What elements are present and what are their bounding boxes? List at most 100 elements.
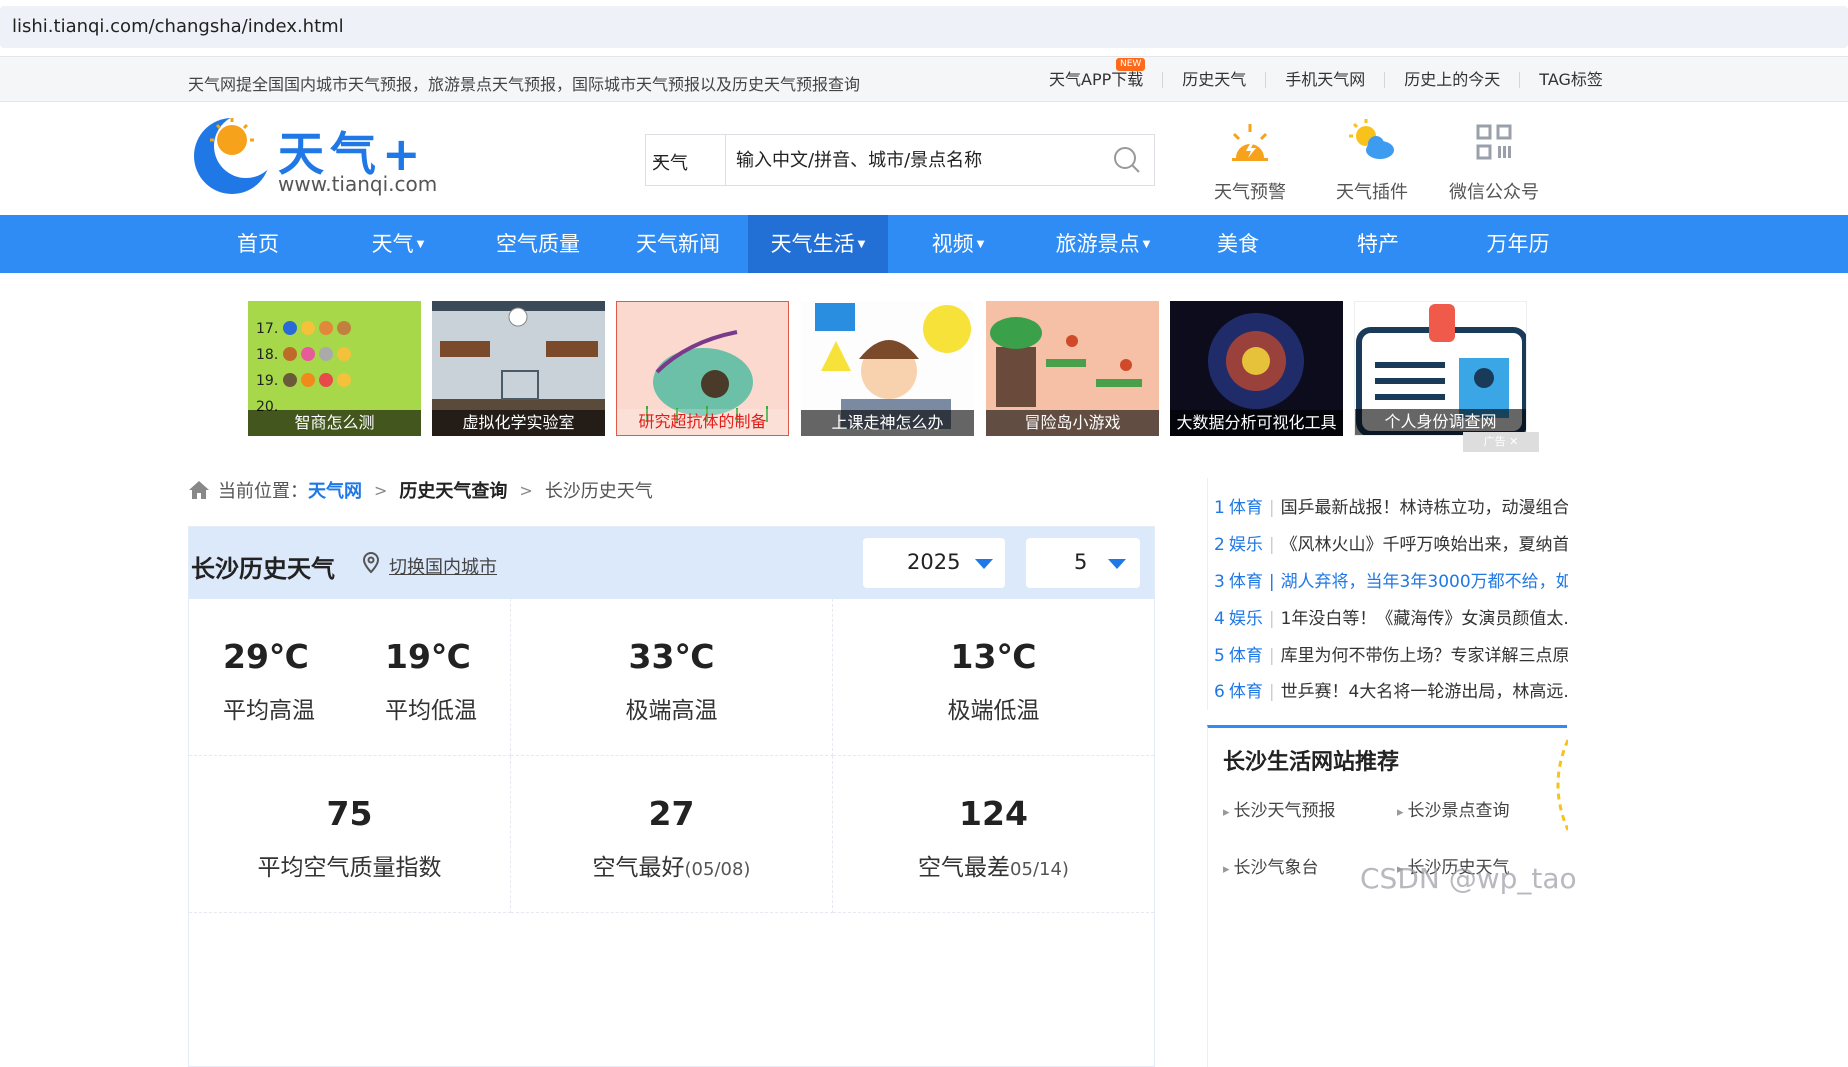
nav-item-home[interactable]: 首页	[188, 215, 328, 273]
search-box: 天气 ⌄	[645, 134, 1155, 186]
nav-item-specialty[interactable]: 特产	[1318, 215, 1438, 273]
stat-cell-worst-air: 124 空气最差05/14)	[833, 756, 1154, 913]
sun-cloud-icon	[1349, 119, 1394, 159]
banner-card[interactable]: 上课走神怎么办	[801, 301, 974, 436]
switch-city-link[interactable]: 切换国内城市	[389, 553, 497, 579]
stat-label: 极端高温	[625, 698, 718, 724]
warning-sun-icon	[1232, 124, 1268, 161]
top-link-app[interactable]: 天气APP下载 NEW	[1030, 58, 1164, 88]
breadcrumb-prefix: 当前位置：	[218, 481, 308, 502]
banner-card[interactable]: 大数据分析可视化工具	[1170, 301, 1343, 436]
top-link-today-in-history[interactable]: 历史上的今天	[1385, 72, 1521, 88]
home-icon	[189, 481, 209, 499]
stat-value: 19℃	[385, 637, 471, 676]
nav-item-air-quality[interactable]: 空气质量	[468, 215, 608, 273]
life-sites-recommend: 长沙生活网站推荐 长沙天气预报 长沙景点查询 长沙气象台 长沙历史天气	[1207, 725, 1567, 1067]
triangle-down-icon	[975, 559, 993, 569]
news-item[interactable]: 4 娱乐 | 1年没白等！《藏海传》女演员颜值太...	[1214, 604, 1568, 628]
weather-warning-link[interactable]: 天气预警	[1190, 118, 1310, 203]
news-item[interactable]: 1 体育 | 国乒最新战报！林诗栋立功，动漫组合...	[1214, 493, 1568, 517]
breadcrumb-current: 长沙历史天气	[544, 481, 653, 502]
breadcrumb-history-link[interactable]: 历史天气查询	[399, 477, 507, 503]
stat-value: 29℃	[223, 637, 309, 676]
nav-item-travel[interactable]: 旅游景点 ▼	[1028, 215, 1178, 273]
nav-item-calendar[interactable]: 万年历	[1458, 215, 1578, 273]
stat-label: 空气最差05/14)	[918, 855, 1069, 881]
qr-code-icon	[1476, 124, 1512, 160]
decorative-sun-icon	[1556, 739, 1568, 831]
year-select[interactable]: 2025	[863, 538, 1005, 588]
stat-value: 75	[326, 794, 373, 833]
banner-card[interactable]: 虚拟化学实验室	[432, 301, 605, 436]
recommend-link[interactable]: 长沙景点查询	[1397, 796, 1510, 821]
search-icon	[1114, 147, 1140, 173]
new-badge: NEW	[1116, 58, 1146, 71]
stat-label: 空气最好(05/08)	[592, 855, 751, 881]
banner-card[interactable]: 研究超抗体的制备	[616, 301, 789, 436]
stat-label: 平均高温	[223, 698, 315, 724]
recommend-link[interactable]: 长沙气象台	[1223, 853, 1319, 878]
stat-value: 13℃	[950, 637, 1037, 676]
nav-item-weather-news[interactable]: 天气新闻	[608, 215, 748, 273]
location-pin-icon	[362, 551, 380, 574]
stat-label: 极端低温	[947, 698, 1040, 724]
triangle-down-icon	[1108, 559, 1126, 569]
stat-cell-best-air: 27 空气最好(05/08)	[511, 756, 833, 913]
nav-item-weather[interactable]: 天气 ▼	[328, 215, 468, 273]
recommend-link[interactable]: 长沙天气预报	[1223, 796, 1336, 821]
breadcrumb: 当前位置： 天气网 > 历史天气查询 > 长沙历史天气	[188, 478, 653, 502]
nav-item-video[interactable]: 视频 ▼	[888, 215, 1028, 273]
watermark: CSDN @wp_tao	[1360, 862, 1577, 895]
stat-value: 27	[648, 794, 695, 833]
search-type-select[interactable]: 天气 ⌄	[646, 135, 726, 185]
panel-header: 长沙历史天气 切换国内城市 2025 5	[189, 527, 1154, 599]
stat-label: 平均空气质量指数	[257, 855, 442, 881]
top-link-history[interactable]: 历史天气	[1163, 72, 1267, 88]
ad-label[interactable]: 广告 ✕	[1463, 432, 1539, 452]
stat-date: (05/08)	[684, 859, 751, 880]
site-logo[interactable]: 天气+ www.tianqi.com	[188, 116, 448, 200]
nav-item-weather-life[interactable]: 天气生活 ▼	[748, 215, 888, 273]
stat-date: 05/14)	[1010, 859, 1069, 880]
top-link-mobile[interactable]: 手机天气网	[1266, 72, 1386, 88]
weather-plugin-link[interactable]: 天气插件	[1312, 118, 1432, 203]
news-item[interactable]: 3 体育 | 湖人弃将，当年3年3000万都不给，如...	[1214, 567, 1568, 591]
stat-cell-avg-temps: 29℃ 平均高温 19℃ 平均低温	[189, 599, 511, 756]
logo-moon-sun-icon	[194, 116, 272, 194]
chevron-right-icon: >	[374, 480, 388, 500]
logo-url: www.tianqi.com	[278, 172, 438, 196]
breadcrumb-home-link[interactable]: 天气网	[308, 477, 362, 503]
month-select[interactable]: 5	[1026, 538, 1140, 588]
hot-news-list: 1 体育 | 国乒最新战报！林诗栋立功，动漫组合... 2 娱乐 | 《风林火山》千呼万唤始…	[1207, 478, 1568, 710]
stat-label: 平均低温	[385, 698, 477, 724]
caret-down-icon: ▼	[857, 239, 866, 250]
search-input[interactable]	[726, 135, 1102, 185]
top-links: 天气APP下载 NEW 历史天气 手机天气网 历史上的今天 TAG标签	[1030, 57, 1622, 103]
news-item[interactable]: 6 体育 | 世乒赛！4大名将一轮游出局，林高远...	[1214, 677, 1568, 701]
nav-item-food[interactable]: 美食	[1178, 215, 1298, 273]
header-icons: 天气预警 天气插件 微信公众号	[1190, 118, 1556, 203]
url-text: lishi.tianqi.com/changsha/index.html	[12, 16, 344, 37]
svg-text:19.: 19.	[256, 373, 278, 389]
history-weather-panel: 长沙历史天气 切换国内城市 2025 5 29℃ 平均高温 19℃ 平均低温 3…	[188, 526, 1155, 1067]
stat-value: 124	[959, 794, 1028, 833]
news-item[interactable]: 5 体育 | 库里为何不带伤上场？专家详解三点原...	[1214, 641, 1568, 665]
banner-card[interactable]: 17. 18. 19. 20. 智商怎么测	[248, 301, 421, 436]
caret-down-icon: ▼	[976, 239, 985, 250]
banner-card[interactable]: 个人身份调查网	[1354, 301, 1527, 436]
top-info-bar: 天气网提全国国内城市天气预报，旅游景点天气预报，国际城市天气预报以及历史天气预报…	[0, 56, 1848, 102]
address-bar[interactable]: lishi.tianqi.com/changsha/index.html	[0, 6, 1848, 48]
panel-title: 长沙历史天气	[191, 555, 335, 583]
banner-card[interactable]: 冒险岛小游戏	[986, 301, 1159, 436]
search-button[interactable]	[1102, 135, 1154, 185]
wechat-account-link[interactable]: 微信公众号	[1434, 118, 1554, 203]
stat-cell-avg-aqi: 75 平均空气质量指数	[189, 756, 511, 913]
site-intro: 天气网提全国国内城市天气预报，旅游景点天气预报，国际城市天气预报以及历史天气预报…	[188, 75, 861, 94]
news-item[interactable]: 2 娱乐 | 《风林火山》千呼万唤始出来，夏纳首...	[1214, 530, 1568, 554]
stat-cell-max-temp: 33℃ 极端高温	[511, 599, 833, 756]
svg-text:17.: 17.	[256, 321, 278, 337]
top-link-tag[interactable]: TAG标签	[1520, 72, 1622, 88]
recommend-title: 长沙生活网站推荐	[1223, 750, 1400, 775]
stat-value: 33℃	[628, 637, 715, 676]
stats-grid: 29℃ 平均高温 19℃ 平均低温 33℃ 极端高温 13℃ 极端低温 75 平…	[189, 599, 1154, 1067]
